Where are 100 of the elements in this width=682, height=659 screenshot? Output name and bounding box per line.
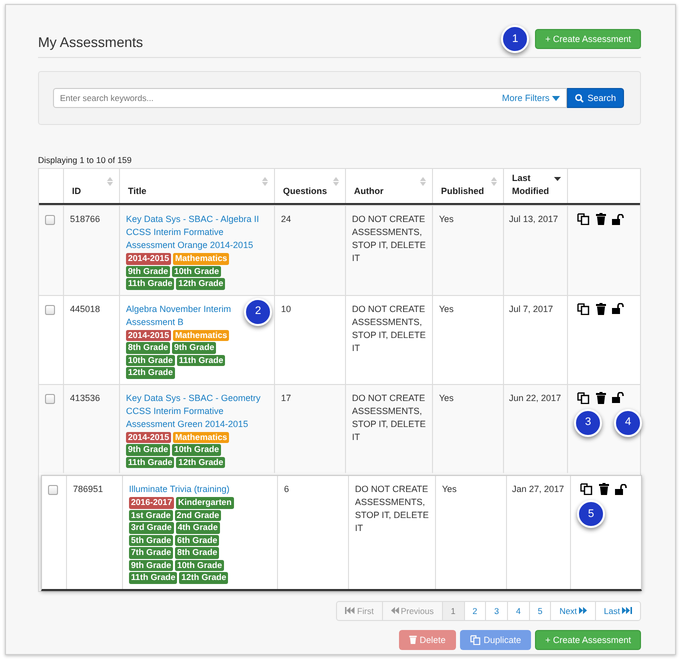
trash-icon	[408, 635, 417, 644]
tag: 9th Grade	[126, 444, 170, 456]
id-cell: 786951	[73, 484, 104, 494]
tag: 9th Grade	[129, 560, 174, 571]
tag: 2nd Grade	[174, 510, 222, 521]
assessment-title-link[interactable]: Key Data Sys - SBAC - Algebra II CCSS Interim Formative Assessment Orange 2014-2015	[126, 213, 268, 252]
search-icon	[575, 94, 584, 102]
published-cell: Yes	[442, 484, 457, 494]
tag: 2014-2015	[126, 330, 172, 341]
search-field[interactable]: Enter search keywords... More Filters	[53, 88, 568, 108]
tag: 10th Grade	[126, 354, 175, 366]
tag: 1st Grade	[129, 510, 173, 521]
column-header[interactable]: Questions	[283, 185, 328, 198]
row-checkbox[interactable]	[45, 215, 55, 225]
row-checkbox[interactable]	[45, 394, 55, 404]
tag: 9th Grade	[172, 342, 216, 354]
tag: 8th Grade	[175, 547, 220, 558]
pagination-link[interactable]: 4	[506, 600, 530, 620]
column-header[interactable]: Published	[441, 185, 484, 198]
unlocked-padlock-icon[interactable]	[612, 392, 624, 403]
published-cell: Yes	[439, 304, 454, 314]
published-cell: Yes	[439, 214, 454, 224]
questions-cell: 6	[284, 484, 290, 494]
tag: 12th Grade	[179, 572, 228, 584]
questions-cell: 10	[281, 304, 292, 314]
unlocked-padlock-icon[interactable]	[612, 303, 624, 314]
callout-number: 4	[614, 408, 642, 436]
tag: 10th Grade	[175, 560, 224, 571]
tag: 12th Grade	[176, 456, 226, 468]
id-cell: 413536	[70, 392, 100, 402]
column-header[interactable]: Title	[128, 185, 146, 198]
skip-forward-icon	[622, 607, 632, 614]
row-checkbox[interactable]	[45, 304, 55, 314]
column-header[interactable]: ID	[72, 185, 81, 198]
tag: 2014-2015	[126, 432, 172, 443]
tag: 11th Grade	[129, 572, 178, 584]
tag: 11th Grade	[126, 278, 174, 290]
trash-icon[interactable]	[596, 392, 606, 404]
pagination-link[interactable]: Next	[550, 600, 596, 620]
questions-cell: 24	[281, 214, 292, 224]
assessment-title-link[interactable]: Algebra November Interim Assessment B	[126, 302, 236, 328]
tag: 2014-2015	[126, 253, 172, 264]
author-cell: DO NOT CREATE ASSESSMENTS, STOP IT, DELETE IT	[352, 213, 426, 265]
pagination-link[interactable]: 5	[528, 600, 552, 620]
trash-icon[interactable]	[599, 483, 609, 495]
duplicate-icon[interactable]	[577, 302, 590, 314]
tag: 11th Grade	[126, 456, 174, 468]
pagination-link[interactable]: 2	[464, 600, 486, 620]
tag: 7th Grade	[129, 547, 174, 558]
tag: Mathematics	[173, 330, 230, 341]
callout-number: 1	[501, 25, 530, 53]
skip-back-icon	[345, 607, 356, 614]
search-button[interactable]: Search	[567, 88, 624, 108]
tag: 2016-2017	[129, 497, 174, 508]
tag: 10th Grade	[172, 266, 222, 277]
sort-descending-icon[interactable]	[554, 177, 561, 181]
unlocked-padlock-icon[interactable]	[612, 214, 624, 224]
duplicate-icon[interactable]	[577, 392, 590, 404]
results-count: Displaying 1 to 10 of 159	[38, 155, 133, 165]
trash-icon[interactable]	[596, 213, 606, 225]
author-cell: DO NOT CREATE ASSESSMENTS, STOP IT, DELETE IT	[355, 483, 429, 535]
author-cell: DO NOT CREATE ASSESSMENTS, STOP IT, DELETE IT	[352, 302, 426, 354]
assessment-title-link[interactable]: Illuminate Trivia (training)	[129, 483, 230, 496]
callout-number: 2	[244, 298, 272, 326]
more-filters-link[interactable]: More Filters	[502, 93, 560, 103]
caret-down-icon[interactable]	[552, 96, 560, 100]
questions-cell: 17	[281, 392, 292, 402]
tag: Mathematics	[173, 432, 230, 443]
create-button[interactable]: + Create Assessment	[535, 630, 641, 650]
modified-date-cell: Jul 7, 2017	[509, 304, 554, 314]
id-cell: 518766	[70, 214, 100, 224]
tag: 12th Grade	[126, 367, 175, 378]
tag: 10th Grade	[172, 444, 222, 456]
tag: 11th Grade	[176, 354, 226, 366]
callout-number: 5	[577, 500, 605, 528]
modified-date-cell: Jun 22, 2017	[509, 392, 562, 402]
create-assessment-button[interactable]: + Create Assessment	[535, 29, 641, 49]
tag: Kindergarten	[176, 497, 234, 508]
row-checkbox[interactable]	[48, 485, 58, 495]
pagination-link[interactable]: 3	[485, 600, 508, 620]
tag: Mathematics	[173, 253, 230, 264]
tag: 6th Grade	[175, 534, 220, 546]
modified-date-cell: Jul 13, 2017	[509, 214, 558, 224]
column-header[interactable]: Last Modified	[512, 172, 552, 198]
duplicate-icon	[470, 634, 481, 644]
author-cell: DO NOT CREATE ASSESSMENTS, STOP IT, DELETE IT	[352, 392, 426, 444]
modified-date-cell: Jan 27, 2017	[512, 484, 564, 494]
tag: 12th Grade	[176, 278, 226, 290]
published-cell: Yes	[439, 392, 454, 402]
duplicate-icon[interactable]	[577, 213, 590, 225]
pagination-link[interactable]: Last	[594, 600, 641, 620]
assessment-title-link[interactable]: Key Data Sys - SBAC - Geometry CCSS Interim Formative Assessment Green 2014-2015	[126, 392, 268, 430]
unlocked-padlock-icon[interactable]	[615, 484, 627, 494]
trash-icon[interactable]	[596, 302, 606, 314]
page-title: My Assessments	[38, 33, 144, 50]
tag: 4th Grade	[176, 522, 220, 534]
pagination-link[interactable]: 1	[442, 600, 464, 620]
fast-forward-icon	[578, 607, 587, 614]
column-header[interactable]: Author	[354, 185, 384, 198]
duplicate-icon[interactable]	[580, 483, 593, 495]
